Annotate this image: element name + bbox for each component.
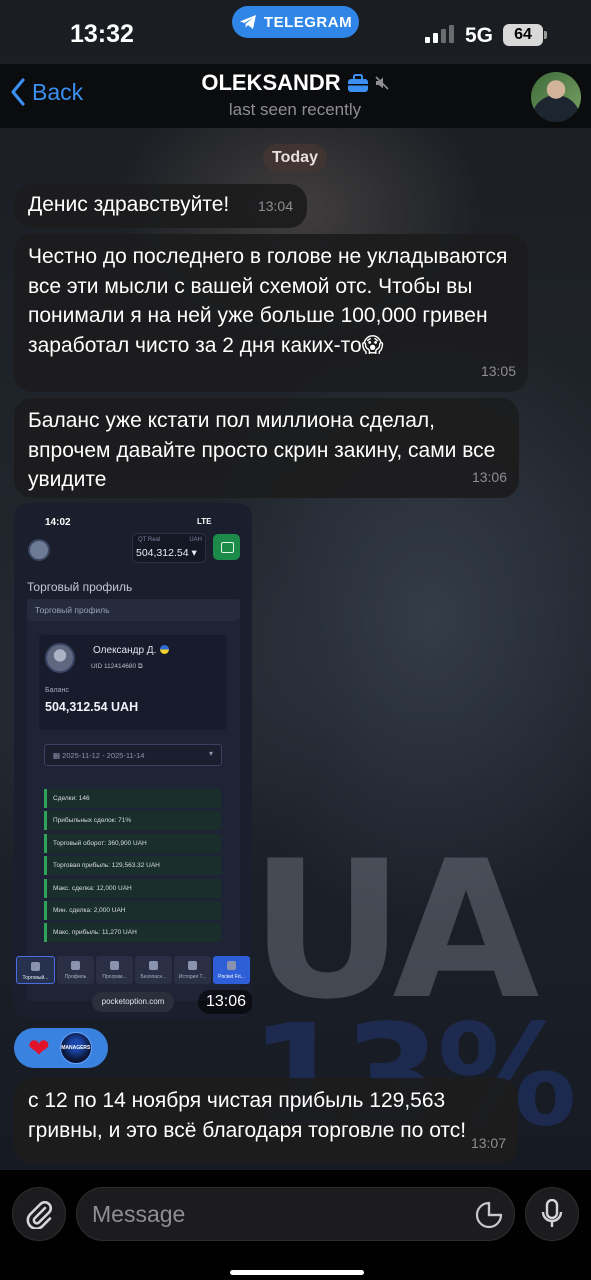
- screenshot-url: pocketoption.com: [92, 992, 174, 1012]
- message-time: 13:04: [257, 197, 293, 214]
- message-time: 13:06: [198, 990, 252, 1014]
- screenshot-nav-item: Програм...: [96, 956, 133, 984]
- screenshot-stat-item: Макс. прибыль: 11,270 UAH: [44, 923, 221, 943]
- microphone-icon: [541, 1199, 563, 1227]
- battery-icon: 64: [503, 24, 547, 46]
- screenshot-stats-list: Сделки: 146 Прибыльных сделок: 71% Торго…: [44, 789, 221, 946]
- attach-button[interactable]: [12, 1187, 66, 1241]
- screenshot-nav-item: Профиль: [57, 956, 94, 984]
- screenshot-profile-avatar: [28, 539, 50, 561]
- back-button[interactable]: Back: [10, 78, 83, 106]
- home-indicator: [230, 1270, 364, 1275]
- wallet-icon: [213, 534, 240, 560]
- screenshot-bottom-nav: Торговый... Профиль Програм... Безопасн.…: [14, 956, 252, 986]
- photo-message[interactable]: 14:02 LTE QT Real UAH 504,312.54 ▾ Торго…: [14, 503, 252, 1018]
- chevron-left-icon: [11, 78, 25, 106]
- screenshot-nav-item: Безопасн...: [135, 956, 172, 984]
- message-bubble[interactable]: Денис здравствуйте! 13:04: [14, 184, 307, 228]
- screenshot-account-currency: UAH: [189, 537, 202, 543]
- screenshot-account-balance: 504,312.54: [136, 547, 189, 559]
- message-time: 13:07: [470, 1134, 506, 1151]
- ukraine-flag-icon: [160, 645, 170, 654]
- telegram-return-pill[interactable]: TELEGRAM: [232, 6, 359, 38]
- chat-header: Back OLEKSANDR last seen recently: [0, 64, 591, 128]
- contact-avatar[interactable]: [531, 72, 581, 122]
- screenshot-stat-item: Макс. сделка: 12,000 UAH: [44, 878, 221, 898]
- screenshot-network: LTE: [197, 517, 212, 526]
- message-time: 13:06: [471, 468, 507, 485]
- screenshot-section-title: Торговый профиль: [27, 580, 133, 594]
- message-field[interactable]: [76, 1187, 515, 1241]
- screenshot-account-selector: QT Real UAH 504,312.54 ▾: [132, 533, 206, 563]
- chevron-down-icon: ▾: [191, 547, 197, 559]
- screenshot-header: QT Real UAH 504,312.54 ▾: [14, 533, 252, 573]
- heart-reaction: ❤: [28, 1033, 50, 1063]
- network-type: 5G: [465, 24, 494, 47]
- screenshot-stat-item: Прибыльных сделок: 71%: [44, 811, 221, 831]
- message-text: Честно до последнего в голове не укладыв…: [28, 245, 508, 357]
- screenshot-date-range-text: 2025-11-12 - 2025-11-14: [62, 751, 145, 760]
- screenshot-stat-item: Мин. сделка: 2,000 UAH: [44, 900, 221, 920]
- screenshot-user-card: Олександр Д. UID 112414680 ⧉ Баланс 504,…: [39, 635, 227, 730]
- screenshot-stat-item: Торговая прибыль: 129,563.32 UAH: [44, 856, 221, 876]
- status-time: 13:32: [70, 20, 134, 48]
- calendar-icon: ▦: [53, 751, 63, 760]
- last-seen-status: last seen recently: [228, 100, 362, 119]
- message-time: 13:05: [480, 362, 516, 379]
- screenshot-nav-item: Pocket Fri...: [213, 956, 250, 984]
- screenshot-account-type: QT Real: [138, 537, 161, 543]
- message-bubble[interactable]: Честно до последнего в голове не укладыв…: [14, 234, 528, 392]
- chat-title-area[interactable]: OLEKSANDR last seen recently: [160, 70, 430, 120]
- message-bubble[interactable]: с 12 по 14 ноября чистая прибыль 129,563…: [14, 1078, 518, 1164]
- screenshot-nav-item: Торговый...: [16, 956, 55, 984]
- briefcase-icon: [347, 73, 368, 92]
- back-label: Back: [32, 78, 84, 105]
- telegram-label: TELEGRAM: [263, 13, 353, 31]
- status-bar: 13:32 TELEGRAM 5G 64: [0, 0, 591, 64]
- reactor-avatar-label: MANAGERS: [61, 1045, 91, 1051]
- screenshot-tab: Торговый профиль: [27, 599, 240, 621]
- screenshot-user-avatar: [45, 643, 75, 673]
- screenshot-nav-item: История Т...: [174, 956, 211, 984]
- telegram-plane-icon: [239, 15, 256, 29]
- message-text: с 12 по 14 ноября чистая прибыль 129,563…: [28, 1089, 467, 1142]
- message-input[interactable]: [92, 1188, 462, 1240]
- screenshot-balance-label: Баланс: [45, 687, 69, 694]
- contact-name: OLEKSANDR: [201, 70, 341, 95]
- screenshot-uid: UID 112414680: [91, 663, 137, 670]
- message-text: Баланс уже кстати пол миллиона сделал, в…: [28, 409, 496, 491]
- screenshot-stat-item: Торговый оборот: 360,900 UAH: [44, 833, 221, 853]
- reactor-avatar: MANAGERS: [59, 1032, 92, 1064]
- message-input-bar: [0, 1170, 591, 1280]
- reaction-pill[interactable]: ❤ MANAGERS: [14, 1028, 108, 1068]
- muted-icon: [375, 76, 389, 90]
- paperclip-icon: [26, 1201, 52, 1229]
- battery-level: 64: [514, 26, 532, 43]
- screenshot-date-range: ▦ 2025-11-12 - 2025-11-14: [44, 744, 222, 766]
- sticker-icon[interactable]: [475, 1201, 503, 1229]
- screenshot-status-bar: 14:02 LTE: [14, 503, 252, 533]
- microphone-button[interactable]: [525, 1187, 579, 1241]
- screenshot-balance-value: 504,312.54 UAH: [45, 700, 139, 714]
- copy-icon: ⧉: [137, 663, 143, 670]
- screenshot-profile-card: Олександр Д. UID 112414680 ⧉ Баланс 504,…: [27, 621, 240, 1001]
- screenshot-stat-item: Сделки: 146: [44, 789, 221, 808]
- message-bubble[interactable]: Баланс уже кстати пол миллиона сделал, в…: [14, 398, 519, 498]
- date-separator: Today: [263, 144, 327, 172]
- signal-icon: [425, 25, 454, 43]
- message-text: Денис здравствуйте!: [28, 193, 230, 216]
- screenshot-phone-time: 14:02: [45, 517, 71, 528]
- screenshot-user-name: Олександр Д.: [93, 645, 157, 656]
